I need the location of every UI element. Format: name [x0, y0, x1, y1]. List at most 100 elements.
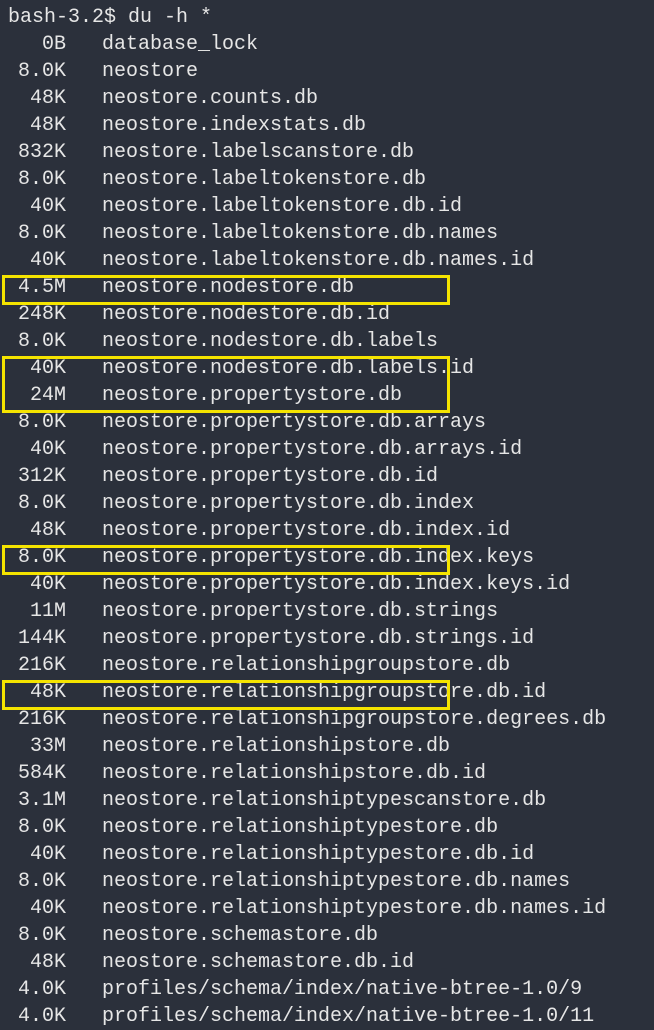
file-size: 33M	[8, 733, 66, 760]
command-text: du -h *	[128, 6, 212, 29]
file-size: 40K	[8, 436, 66, 463]
file-name: neostore.relationshipgroupstore.degrees.…	[102, 708, 606, 731]
file-row: 24Mneostore.propertystore.db	[0, 382, 654, 409]
file-name: neostore.nodestore.db.labels.id	[102, 357, 474, 380]
file-row: 40K neostore.relationshiptypestore.db.nam…	[0, 895, 654, 922]
file-row: 48Kneostore.counts.db	[0, 85, 654, 112]
file-size: 584K	[8, 760, 66, 787]
file-size: 40K	[8, 193, 66, 220]
file-name: neostore.relationshiptypestore.db.id	[102, 843, 534, 866]
file-name: database_lock	[102, 33, 258, 56]
file-name: profiles/schema/index/native-btree-1.0/9	[102, 978, 582, 1001]
file-name: neostore.labeltokenstore.db	[102, 168, 426, 191]
file-size: 144K	[8, 625, 66, 652]
file-size: 48K	[8, 517, 66, 544]
file-row: 4.5M neostore.nodestore.db	[0, 274, 654, 301]
file-name: neostore.relationshipstore.db.id	[102, 762, 486, 785]
file-size: 40K	[8, 895, 66, 922]
file-name: neostore.relationshipgroupstore.db	[102, 654, 510, 677]
file-name: neostore.relationshiptypestore.db.names	[102, 870, 570, 893]
file-name: neostore.labeltokenstore.db.id	[102, 195, 462, 218]
file-row: 312K neostore.propertystore.db.id	[0, 463, 654, 490]
file-row: 40K neostore.labeltokenstore.db.names.id	[0, 247, 654, 274]
file-name: neostore.labeltokenstore.db.names.id	[102, 249, 534, 272]
file-name: neostore.relationshiptypescanstore.db	[102, 789, 546, 812]
file-row: 8.0K neostore.propertystore.db.arrays	[0, 409, 654, 436]
file-size: 8.0K	[8, 490, 66, 517]
file-row: 48K neostore.schemastore.db.id	[0, 949, 654, 976]
file-name: neostore.propertystore.db.id	[102, 465, 438, 488]
file-row: 4.0Kprofiles/schema/index/native-btree-1…	[0, 1003, 654, 1030]
file-name: neostore.nodestore.db	[102, 276, 354, 299]
file-row: 8.0K neostore.relationshiptypestore.db	[0, 814, 654, 841]
file-name: neostore.propertystore.db.index.keys.id	[102, 573, 570, 596]
file-row: 8.0K neostore.schemastore.db	[0, 922, 654, 949]
file-name: neostore.schemastore.db.id	[102, 951, 414, 974]
file-size: 11M	[8, 598, 66, 625]
file-name: neostore.schemastore.db	[102, 924, 378, 947]
file-size: 48K	[8, 112, 66, 139]
file-size: 8.0K	[8, 166, 66, 193]
file-size: 40K	[8, 355, 66, 382]
file-name: neostore.nodestore.db.id	[102, 303, 390, 326]
file-row: 40K neostore.nodestore.db.labels.id	[0, 355, 654, 382]
file-row: 8.0Kneostore.nodestore.db.labels	[0, 328, 654, 355]
file-name: neostore	[102, 60, 198, 83]
file-row: 8.0K neostore.propertystore.db.index	[0, 490, 654, 517]
file-size: 8.0K	[8, 814, 66, 841]
file-size: 832K	[8, 139, 66, 166]
file-size: 8.0K	[8, 868, 66, 895]
file-name: neostore.propertystore.db.arrays.id	[102, 438, 522, 461]
file-row: 8.0K neostore	[0, 58, 654, 85]
file-size: 8.0K	[8, 58, 66, 85]
file-row: 8.0K neostore.labeltokenstore.db	[0, 166, 654, 193]
shell-prompt: bash-3.2$	[8, 6, 128, 29]
file-size: 4.0K	[8, 1003, 66, 1030]
file-row: 40K neostore.propertystore.db.arrays.id	[0, 436, 654, 463]
file-row: 33M neostore.relationshipstore.db	[0, 733, 654, 760]
file-row: 584K neostore.relationshipstore.db.id	[0, 760, 654, 787]
file-row: 216Kneostore.relationshipgroupstore.db	[0, 652, 654, 679]
file-name: neostore.indexstats.db	[102, 114, 366, 137]
file-name: neostore.propertystore.db.strings	[102, 600, 498, 623]
file-name: neostore.propertystore.db	[102, 384, 402, 407]
file-row: 3.1M neostore.relationshiptypescanstore.d…	[0, 787, 654, 814]
file-size: 8.0K	[8, 544, 66, 571]
file-name: neostore.nodestore.db.labels	[102, 330, 438, 353]
file-size: 48K	[8, 679, 66, 706]
file-row: 40Kneostore.relationshiptypestore.db.id	[0, 841, 654, 868]
file-name: neostore.relationshiptypestore.db	[102, 816, 498, 839]
file-size: 3.1M	[8, 787, 66, 814]
file-size: 4.5M	[8, 274, 66, 301]
file-name: neostore.relationshipstore.db	[102, 735, 450, 758]
file-size: 48K	[8, 949, 66, 976]
file-row: 8.0K neostore.relationshiptypestore.db.na…	[0, 868, 654, 895]
file-name: neostore.propertystore.db.index	[102, 492, 474, 515]
file-size: 40K	[8, 247, 66, 274]
file-name: neostore.labeltokenstore.db.names	[102, 222, 498, 245]
file-size: 8.0K	[8, 922, 66, 949]
file-size: 216K	[8, 706, 66, 733]
file-size: 312K	[8, 463, 66, 490]
file-row: 40Kneostore.propertystore.db.index.keys.…	[0, 571, 654, 598]
file-row: 11M neostore.propertystore.db.strings	[0, 598, 654, 625]
file-name: neostore.propertystore.db.index.keys	[102, 546, 534, 569]
file-name: neostore.relationshipgroupstore.db.id	[102, 681, 546, 704]
file-row: 0B database_lock	[0, 31, 654, 58]
file-name: neostore.relationshiptypestore.db.names.…	[102, 897, 606, 920]
file-name: neostore.propertystore.db.arrays	[102, 411, 486, 434]
prompt-line[interactable]: bash-3.2$ du -h *	[0, 4, 654, 31]
file-row: 4.0Kprofiles/schema/index/native-btree-1…	[0, 976, 654, 1003]
file-name: neostore.counts.db	[102, 87, 318, 110]
terminal-output: bash-3.2$ du -h * 0Bdatabase_lock8.0Kneo…	[0, 4, 654, 1030]
file-size: 8.0K	[8, 409, 66, 436]
file-row: 8.0K neostore.propertystore.db.index.keys	[0, 544, 654, 571]
file-row: 40K neostore.labeltokenstore.db.id	[0, 193, 654, 220]
file-name: neostore.labelscanstore.db	[102, 141, 414, 164]
file-size: 0B	[8, 31, 66, 58]
file-name: neostore.propertystore.db.strings.id	[102, 627, 534, 650]
file-size: 8.0K	[8, 220, 66, 247]
file-name: neostore.propertystore.db.index.id	[102, 519, 510, 542]
file-row: 48K neostore.indexstats.db	[0, 112, 654, 139]
file-row: 144K neostore.propertystore.db.strings.id	[0, 625, 654, 652]
